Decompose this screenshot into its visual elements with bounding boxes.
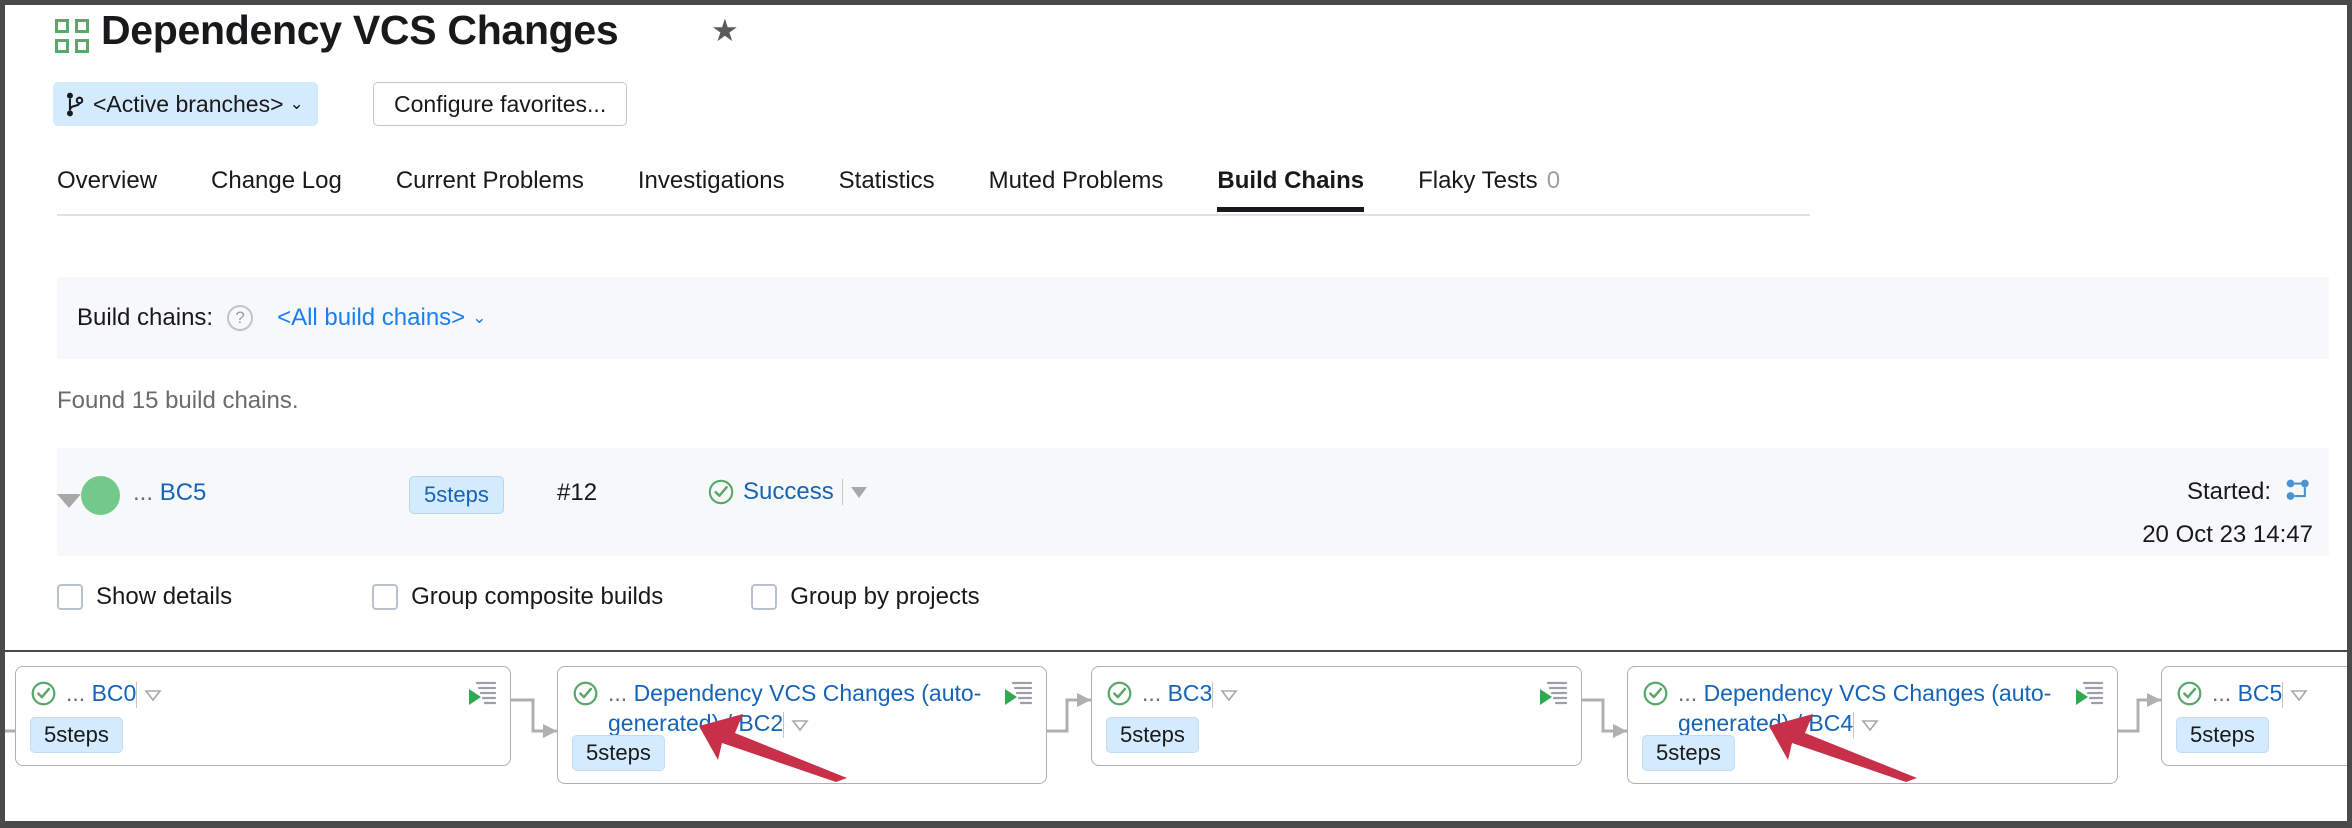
- page-header: Dependency VCS Changes ★ <Active branche…: [5, 5, 2347, 155]
- triangle-down-icon[interactable]: [2290, 689, 2308, 701]
- graph-node-bc2[interactable]: ... Dependency VCS Changes (auto-generat…: [557, 666, 1047, 784]
- chain-started-value: 20 Oct 23 14:47: [2142, 521, 2313, 549]
- option-show-details[interactable]: Show details: [57, 583, 232, 611]
- expand-collapse-toggle[interactable]: [57, 494, 81, 508]
- divider: [842, 479, 843, 505]
- chain-status-dot: [81, 476, 120, 515]
- node-header: ... Dependency VCS Changes (auto-generat…: [1642, 678, 2073, 739]
- chevron-down-icon: ⌄: [472, 308, 486, 328]
- checkbox-group-by-projects[interactable]: [751, 584, 777, 610]
- node-title: ... Dependency VCS Changes (auto-generat…: [1678, 678, 2073, 739]
- graph-options: Show details Group composite builds Grou…: [57, 583, 980, 611]
- build-log-icon[interactable]: [1537, 680, 1568, 707]
- graph-node-bc5[interactable]: ... BC5 5steps: [2161, 666, 2347, 766]
- node-header: ... BC5: [2176, 678, 2347, 708]
- graph-node-bc4[interactable]: ... Dependency VCS Changes (auto-generat…: [1627, 666, 2118, 784]
- branch-icon: [65, 92, 84, 117]
- divider: [1853, 712, 1854, 738]
- build-chain-row: ... BC5 5steps #12 Success Started: 20 O…: [57, 448, 2329, 556]
- project-grid-icon: [55, 19, 89, 53]
- chain-name-link[interactable]: BC5: [160, 479, 207, 506]
- graph-node-bc0[interactable]: ... BC0 5steps: [15, 666, 511, 766]
- tab-current-problems[interactable]: Current Problems: [396, 167, 584, 212]
- chain-status-text[interactable]: Success: [743, 478, 834, 506]
- node-title: ... BC3: [1142, 678, 1238, 708]
- branch-selector[interactable]: <Active branches> ⌄: [53, 82, 318, 126]
- chain-steps-badge[interactable]: 5steps: [409, 476, 504, 514]
- node-title: ... Dependency VCS Changes (auto-generat…: [608, 678, 1002, 739]
- node-steps-badge[interactable]: 5steps: [1642, 735, 1735, 771]
- chevron-down-icon: ⌄: [290, 94, 304, 114]
- check-circle-icon: [1642, 680, 1669, 707]
- branch-selector-label: <Active branches>: [93, 91, 284, 118]
- node-header: ... BC0: [30, 678, 466, 708]
- flaky-tests-count: 0: [1547, 167, 1560, 194]
- triangle-down-icon[interactable]: [1861, 719, 1879, 731]
- tab-bar-divider: [57, 214, 1810, 216]
- tab-investigations[interactable]: Investigations: [638, 167, 785, 212]
- build-chains-label: Build chains:: [77, 304, 213, 332]
- tab-bar: Overview Change Log Current Problems Inv…: [57, 167, 1614, 212]
- chain-name: ... BC5: [133, 479, 206, 507]
- divider: [1212, 682, 1213, 708]
- node-header: ... BC3: [1106, 678, 1537, 708]
- chain-started-label: Started:: [2187, 478, 2271, 506]
- configure-favorites-button[interactable]: Configure favorites...: [373, 82, 627, 126]
- status-dropdown-icon[interactable]: [851, 487, 867, 498]
- build-log-icon[interactable]: [1002, 680, 1033, 707]
- tab-flaky-tests[interactable]: Flaky Tests0: [1418, 167, 1560, 212]
- chain-build-number: #12: [557, 479, 597, 507]
- tab-muted-problems[interactable]: Muted Problems: [989, 167, 1164, 212]
- triangle-down-icon[interactable]: [1220, 689, 1238, 701]
- graph-node-bc3[interactable]: ... BC3 5steps: [1091, 666, 1582, 766]
- chain-status: Success: [707, 478, 867, 506]
- tab-change-log[interactable]: Change Log: [211, 167, 342, 212]
- check-circle-icon: [2176, 680, 2203, 707]
- build-chains-filter-bar: Build chains: ? <All build chains> ⌄: [57, 277, 2329, 359]
- divider: [136, 682, 137, 708]
- tab-overview[interactable]: Overview: [57, 167, 157, 212]
- option-group-by-projects[interactable]: Group by projects: [751, 583, 979, 611]
- node-title-link[interactable]: BC5: [2238, 680, 2283, 706]
- triangle-down-icon[interactable]: [791, 719, 809, 731]
- node-title: ... BC0: [66, 678, 162, 708]
- page-title: Dependency VCS Changes: [101, 7, 618, 54]
- node-steps-badge[interactable]: 5steps: [1106, 717, 1199, 753]
- build-chain-graph: ... BC0 5steps ... Depen: [5, 650, 2347, 823]
- help-icon[interactable]: ?: [227, 305, 253, 331]
- divider: [783, 712, 784, 738]
- check-circle-icon: [30, 680, 57, 707]
- node-title-link[interactable]: BC0: [92, 680, 137, 706]
- favorite-star-icon[interactable]: ★: [711, 15, 739, 46]
- build-log-icon[interactable]: [2073, 680, 2104, 707]
- checkbox-group-composite-builds[interactable]: [372, 584, 398, 610]
- chain-name-prefix: ...: [133, 479, 153, 506]
- found-chains-text: Found 15 build chains.: [57, 387, 299, 415]
- node-steps-badge[interactable]: 5steps: [2176, 717, 2269, 753]
- build-log-icon[interactable]: [466, 680, 497, 707]
- build-chain-selector[interactable]: <All build chains> ⌄: [277, 304, 486, 332]
- check-circle-icon: [1106, 680, 1133, 707]
- node-title-link[interactable]: BC3: [1168, 680, 1213, 706]
- tab-build-chains[interactable]: Build Chains: [1217, 167, 1364, 212]
- node-steps-badge[interactable]: 5steps: [30, 717, 123, 753]
- dependency-graph-icon[interactable]: [2283, 476, 2313, 506]
- checkbox-show-details[interactable]: [57, 584, 83, 610]
- node-title: ... BC5: [2212, 678, 2308, 708]
- app-frame: Dependency VCS Changes ★ <Active branche…: [5, 5, 2347, 823]
- build-chain-selector-label: <All build chains>: [277, 304, 465, 332]
- divider: [2282, 682, 2283, 708]
- triangle-down-icon[interactable]: [144, 689, 162, 701]
- option-group-composite-builds[interactable]: Group composite builds: [372, 583, 663, 611]
- check-circle-icon: [572, 680, 599, 707]
- check-circle-icon: [707, 478, 735, 506]
- node-steps-badge[interactable]: 5steps: [572, 735, 665, 771]
- tab-statistics[interactable]: Statistics: [839, 167, 935, 212]
- node-header: ... Dependency VCS Changes (auto-generat…: [572, 678, 1002, 739]
